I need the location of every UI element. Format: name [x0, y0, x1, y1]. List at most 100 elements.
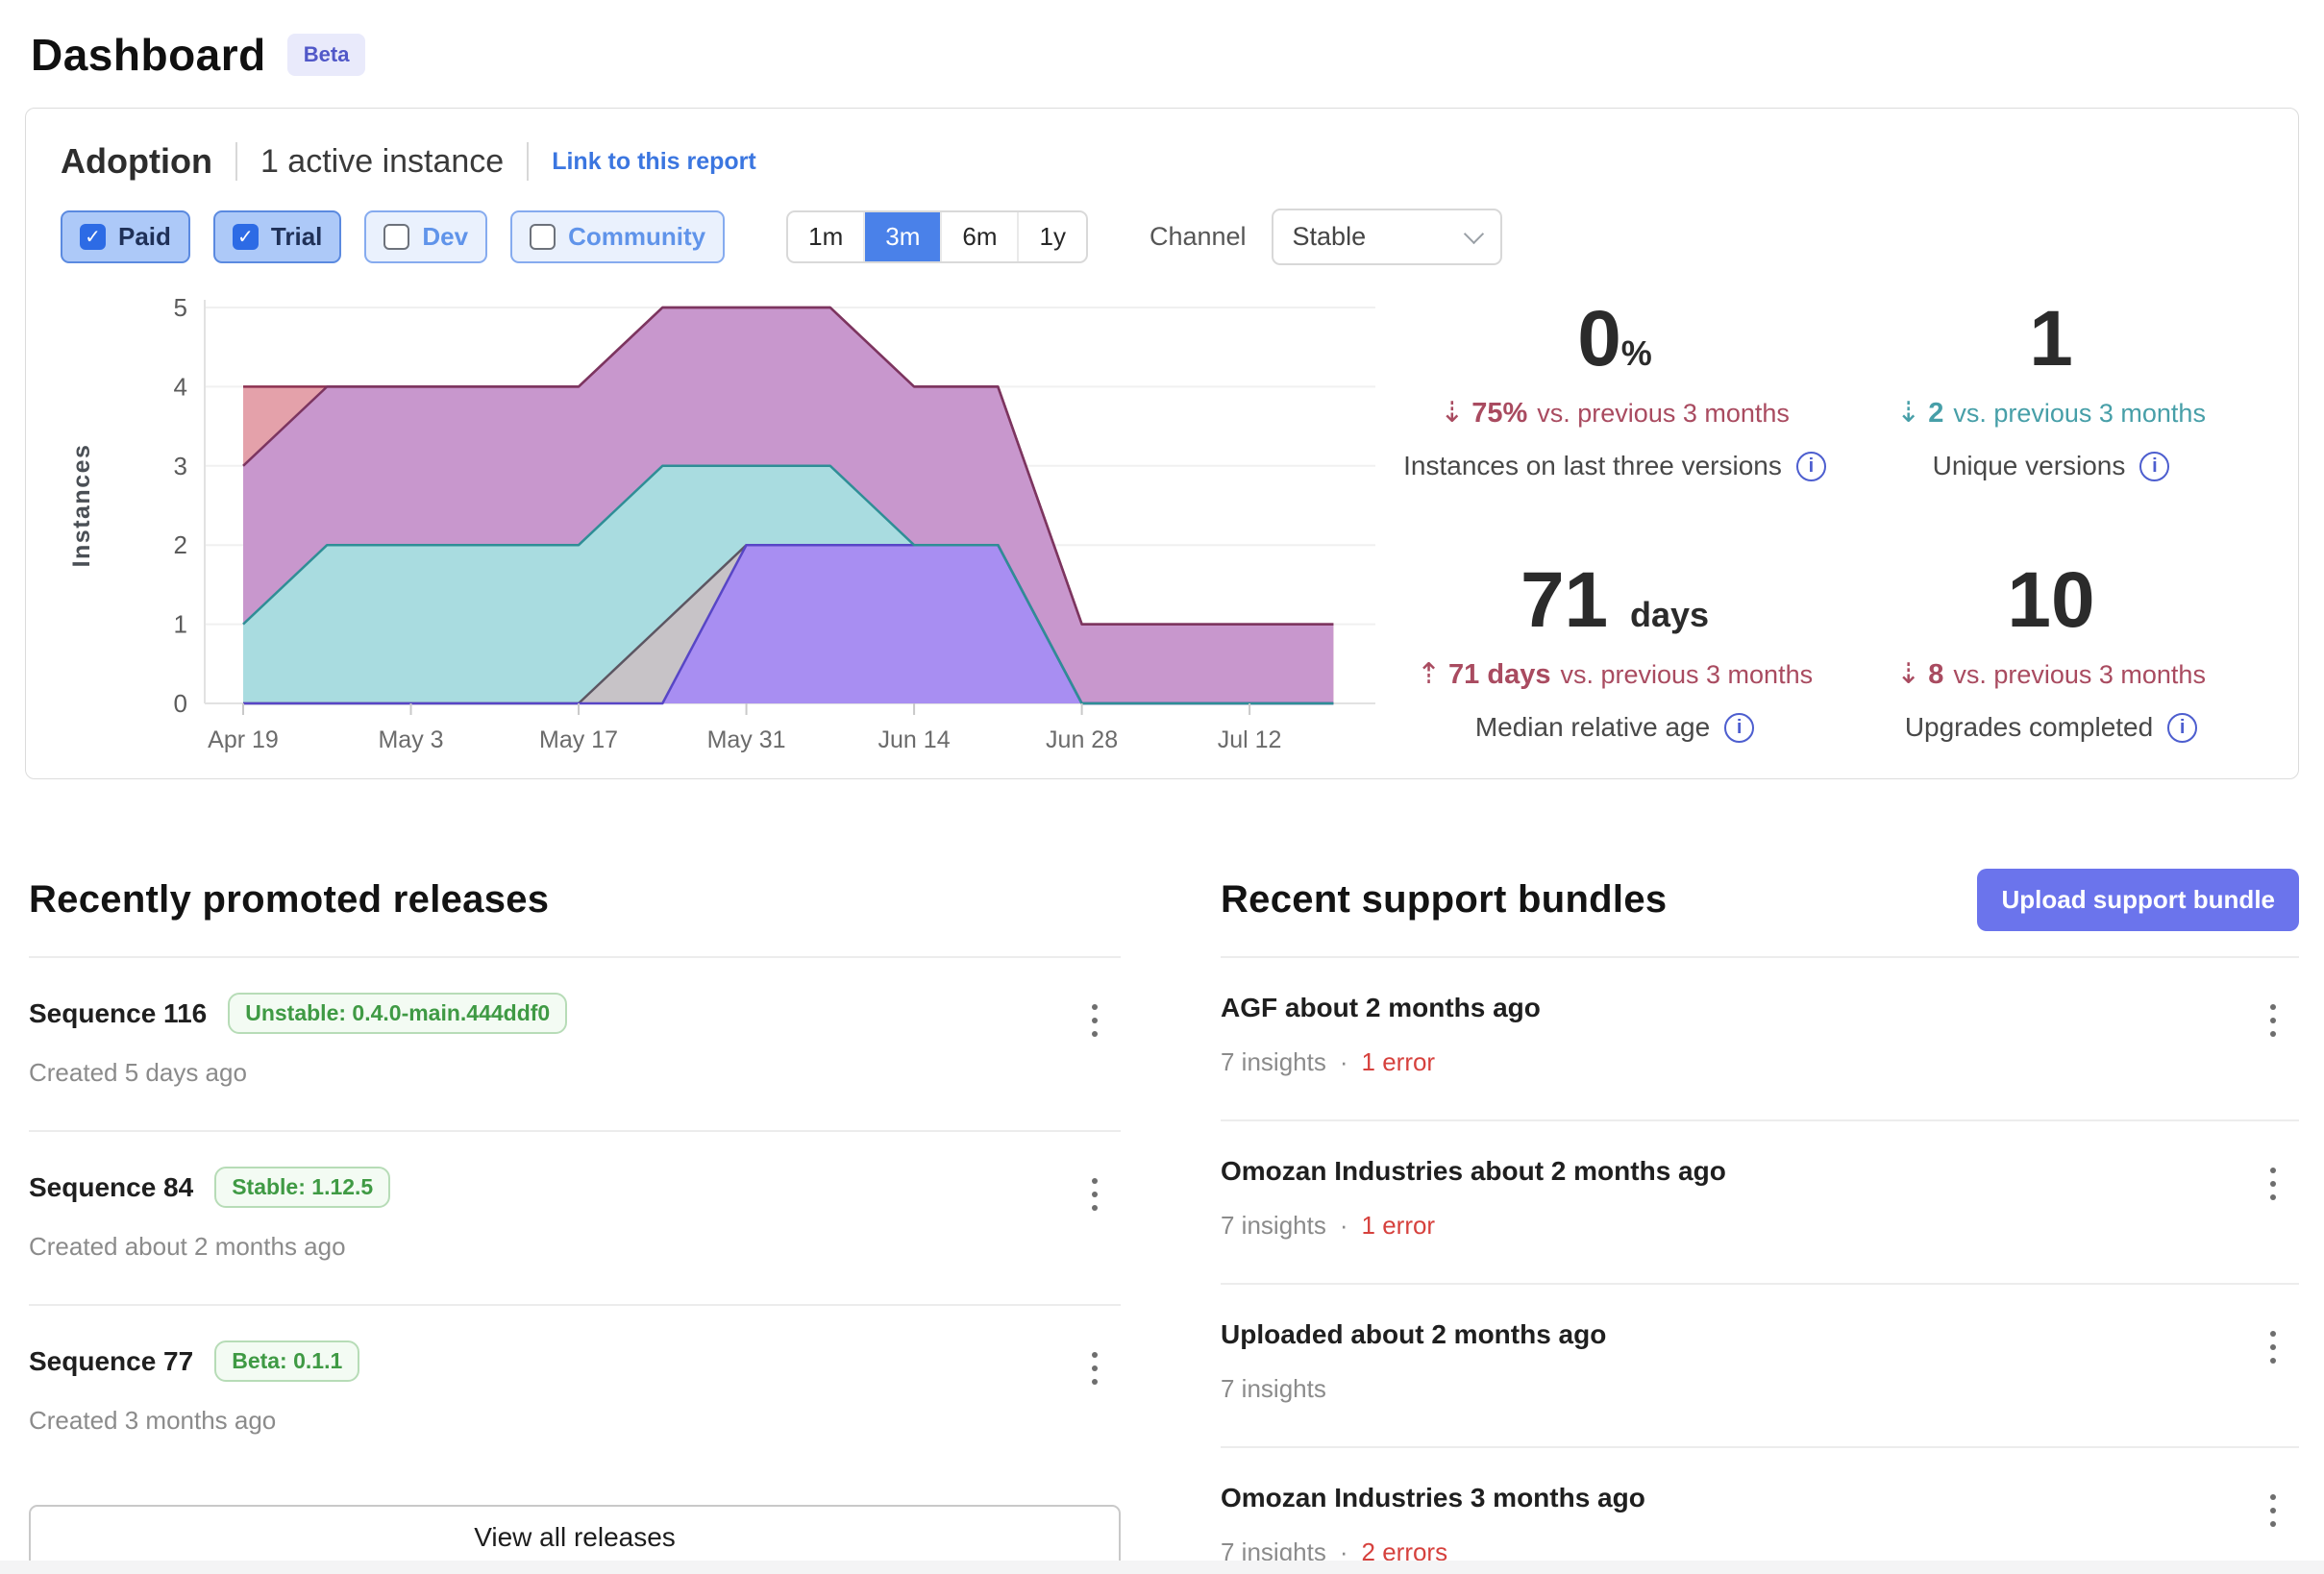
svg-text:May 31: May 31 [707, 726, 786, 753]
svg-text:Apr 19: Apr 19 [208, 726, 279, 753]
dot-separator: · [1340, 1211, 1348, 1241]
channel-label: Channel [1150, 222, 1247, 252]
bundle-row: Uploaded about 2 months ago 7 insights [1221, 1285, 2299, 1448]
bundle-title: Omozan Industries 3 months ago [1221, 1483, 1645, 1513]
bundle-error-count: 1 error [1362, 1211, 1436, 1241]
bundle-row: Omozan Industries 3 months ago 7 insight… [1221, 1448, 2299, 1574]
svg-text:Jun 28: Jun 28 [1046, 726, 1118, 753]
kebab-menu-icon[interactable] [1086, 1172, 1103, 1217]
release-title-line: Sequence 77 Beta: 0.1.1 [29, 1340, 1121, 1382]
bundle-title: Uploaded about 2 months ago [1221, 1319, 1606, 1350]
bundle-row: AGF about 2 months ago 7 insights · 1 er… [1221, 958, 2299, 1121]
bundle-title-line: Uploaded about 2 months ago [1221, 1319, 2299, 1350]
range-3m-selected[interactable]: 3m [863, 212, 940, 261]
adoption-area-chart: Apr 19May 3May 17May 31Jun 14Jun 28Jul 1… [61, 279, 1397, 759]
bundles-heading: Recent support bundles [1221, 878, 1667, 922]
bundle-meta: 7 insights · 1 error [1221, 1211, 2299, 1241]
bundle-title-line: Omozan Industries about 2 months ago [1221, 1156, 2299, 1187]
bundle-meta: 7 insights [1221, 1374, 2299, 1404]
adoption-content: Apr 19May 3May 17May 31Jun 14Jun 28Jul 1… [61, 279, 2269, 759]
checkbox-unchecked-icon [383, 224, 409, 250]
svg-text:May 17: May 17 [539, 726, 618, 753]
info-icon[interactable]: i [2167, 713, 2197, 743]
kebab-menu-icon[interactable] [1086, 998, 1103, 1043]
info-icon[interactable]: i [1724, 713, 1754, 743]
arrow-up-icon: ⇡ [1417, 658, 1441, 690]
stat-unit: days [1630, 595, 1709, 634]
bundle-title-line: AGF about 2 months ago [1221, 993, 2299, 1023]
dot-separator: · [1340, 1047, 1348, 1077]
stat-delta: ⇡71 daysvs. previous 3 months [1397, 657, 1833, 691]
kebab-menu-icon[interactable] [1086, 1346, 1103, 1390]
stat-delta: ⇣75%vs. previous 3 months [1397, 396, 1833, 430]
stat-median-relative-age: 71 days ⇡71 daysvs. previous 3 months Me… [1397, 561, 1833, 759]
bundle-title-line: Omozan Industries 3 months ago [1221, 1483, 2299, 1513]
stat-label: Median relative agei [1397, 712, 1833, 743]
release-title: Sequence 77 [29, 1346, 193, 1377]
kebab-menu-icon[interactable] [2264, 1325, 2282, 1369]
svg-text:May 3: May 3 [378, 726, 443, 753]
stat-value: 1 [1833, 300, 2269, 379]
time-range-selector: 1m 3m 6m 1y [786, 210, 1088, 263]
stat-unit: % [1621, 333, 1652, 373]
stat-value: 10 [1833, 561, 2269, 640]
version-badge: Beta: 0.1.1 [214, 1340, 359, 1382]
stat-label: Upgrades completedi [1833, 712, 2269, 743]
bundle-title: Omozan Industries about 2 months ago [1221, 1156, 1726, 1187]
range-1m[interactable]: 1m [788, 212, 863, 261]
info-icon[interactable]: i [2139, 452, 2169, 481]
bundle-insights: 7 insights [1221, 1374, 1326, 1404]
release-created: Created 5 days ago [29, 1058, 1121, 1088]
stat-label: Instances on last three versionsi [1397, 451, 1833, 481]
release-row: Sequence 116 Unstable: 0.4.0-main.444ddf… [29, 958, 1121, 1132]
page-title: Dashboard [31, 29, 266, 81]
stat-value: 0% [1397, 300, 1833, 379]
bundle-error-count: 1 error [1362, 1047, 1436, 1077]
release-created: Created 3 months ago [29, 1406, 1121, 1436]
svg-text:3: 3 [174, 452, 187, 480]
filter-chip-trial[interactable]: ✓ Trial [213, 210, 341, 263]
page-header: Dashboard Beta [0, 0, 2324, 81]
bundle-row: Omozan Industries about 2 months ago 7 i… [1221, 1121, 2299, 1285]
filter-chip-label: Community [568, 222, 705, 252]
range-1y[interactable]: 1y [1017, 212, 1085, 261]
filter-chip-dev[interactable]: Dev [364, 210, 487, 263]
filter-chip-paid[interactable]: ✓ Paid [61, 210, 190, 263]
kebab-menu-icon[interactable] [2264, 998, 2282, 1043]
bundle-insights: 7 insights [1221, 1211, 1326, 1241]
release-title: Sequence 116 [29, 998, 207, 1029]
filter-chip-community[interactable]: Community [510, 210, 725, 263]
stat-value: 71 days [1397, 561, 1833, 640]
upload-support-bundle-button[interactable]: Upload support bundle [1977, 869, 2299, 931]
stat-unique-versions: 1 ⇣2vs. previous 3 months Unique version… [1833, 300, 2269, 498]
channel-select-value: Stable [1293, 222, 1367, 252]
release-created: Created about 2 months ago [29, 1232, 1121, 1262]
arrow-down-icon: ⇣ [1440, 397, 1464, 429]
link-to-report[interactable]: Link to this report [552, 148, 756, 176]
stat-upgrades-completed: 10 ⇣8vs. previous 3 months Upgrades comp… [1833, 561, 2269, 759]
divider [235, 142, 237, 181]
kebab-menu-icon[interactable] [2264, 1488, 2282, 1533]
arrow-down-icon: ⇣ [1896, 658, 1920, 690]
release-title-line: Sequence 116 Unstable: 0.4.0-main.444ddf… [29, 993, 1121, 1034]
channel-group: Channel Stable [1150, 209, 1502, 265]
svg-text:2: 2 [174, 530, 187, 559]
bottom-sections: Recently promoted releases Sequence 116 … [0, 868, 2324, 1574]
kebab-menu-icon[interactable] [2264, 1162, 2282, 1206]
stat-label: Unique versionsi [1833, 451, 2269, 481]
svg-text:0: 0 [174, 689, 187, 718]
info-icon[interactable]: i [1796, 452, 1826, 481]
beta-badge: Beta [287, 34, 366, 76]
checkbox-checked-icon: ✓ [233, 224, 259, 250]
releases-section: Recently promoted releases Sequence 116 … [29, 868, 1121, 1574]
bundle-insights: 7 insights [1221, 1047, 1326, 1077]
release-title: Sequence 84 [29, 1172, 193, 1203]
adoption-title: Adoption [61, 141, 212, 182]
svg-text:1: 1 [174, 610, 187, 639]
adoption-card: Adoption 1 active instance Link to this … [25, 108, 2299, 779]
channel-select[interactable]: Stable [1272, 209, 1502, 265]
bundles-section: Recent support bundles Upload support bu… [1221, 868, 2299, 1574]
svg-text:Jun 14: Jun 14 [878, 726, 951, 753]
version-badge: Unstable: 0.4.0-main.444ddf0 [228, 993, 567, 1034]
range-6m[interactable]: 6m [940, 212, 1017, 261]
